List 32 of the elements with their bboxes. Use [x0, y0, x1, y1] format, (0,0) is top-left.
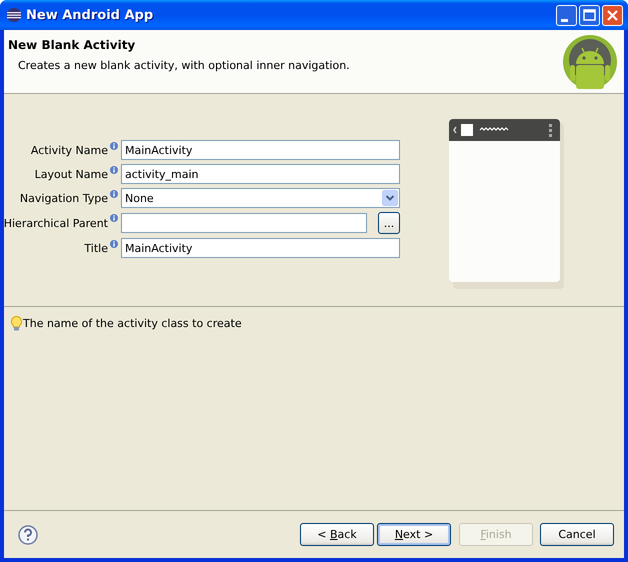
cancel-button[interactable]: Cancel [540, 523, 614, 546]
info-icon [110, 142, 118, 150]
info-icon [110, 190, 118, 198]
lightbulb-icon [11, 316, 22, 331]
close-button[interactable] [602, 4, 623, 26]
field-label: Layout Name [34, 168, 108, 180]
page-description: Creates a new blank activity, with optional inner navigation. [18, 59, 350, 72]
info-icon [110, 240, 118, 248]
field-label: Title [84, 242, 108, 254]
info-icon [110, 166, 118, 174]
text-field[interactable] [121, 213, 367, 233]
maximize-icon [581, 6, 598, 24]
info-icon [110, 214, 118, 222]
android-logo-icon [562, 34, 618, 90]
text-field[interactable]: activity_main [121, 164, 400, 184]
text-field[interactable]: MainActivity [121, 140, 400, 160]
help-icon[interactable] [18, 524, 38, 544]
hint-text: The name of the activity class to create [23, 317, 242, 330]
app-icon [6, 7, 22, 23]
next-button[interactable]: Next > [377, 523, 451, 546]
maximize-button[interactable] [579, 4, 600, 26]
field-label: Activity Name [30, 144, 108, 156]
field-label: Navigation Type [20, 192, 108, 204]
page-title: New Blank Activity [8, 38, 136, 52]
dropdown[interactable]: None [121, 188, 400, 208]
text-field[interactable]: MainActivity [121, 238, 400, 258]
browse-button[interactable]: ... [378, 212, 400, 234]
minimize-button[interactable] [556, 4, 577, 26]
back-button[interactable]: < Back [300, 523, 374, 546]
minimize-icon [560, 18, 568, 22]
window-title: New Android App [26, 8, 154, 22]
field-label: Hierarchical Parent [4, 216, 108, 230]
